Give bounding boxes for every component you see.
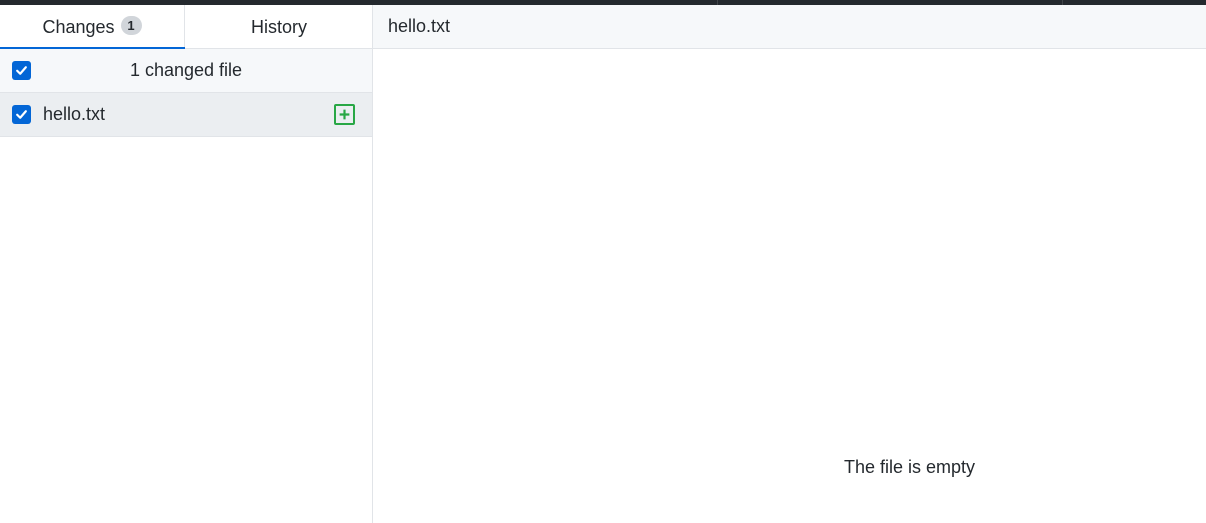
tab-changes-label: Changes: [42, 16, 115, 37]
diff-file-path: hello.txt: [388, 16, 451, 36]
tab-history[interactable]: History: [186, 5, 372, 49]
file-include-checkbox[interactable]: [12, 105, 31, 124]
diff-added-icon: [334, 104, 355, 125]
diff-panel: hello.txt The file is empty: [373, 5, 1206, 523]
changed-files-summary: 1 changed file: [129, 60, 243, 80]
tab-bar: Changes 1 History: [0, 5, 372, 50]
empty-file-message: The file is empty: [843, 457, 976, 477]
changed-file-item[interactable]: hello.txt: [0, 93, 372, 137]
diff-header: hello.txt: [373, 5, 1206, 49]
checkmark-icon: [16, 110, 27, 119]
tab-history-label: History: [250, 16, 307, 37]
changed-file-name: hello.txt: [43, 104, 106, 124]
tab-changes[interactable]: Changes 1: [0, 5, 185, 50]
changes-list-header: 1 changed file: [0, 49, 372, 93]
changes-sidebar: Changes 1 History 1 changed file hello.t…: [0, 5, 373, 523]
changes-count-badge: 1: [120, 15, 142, 35]
